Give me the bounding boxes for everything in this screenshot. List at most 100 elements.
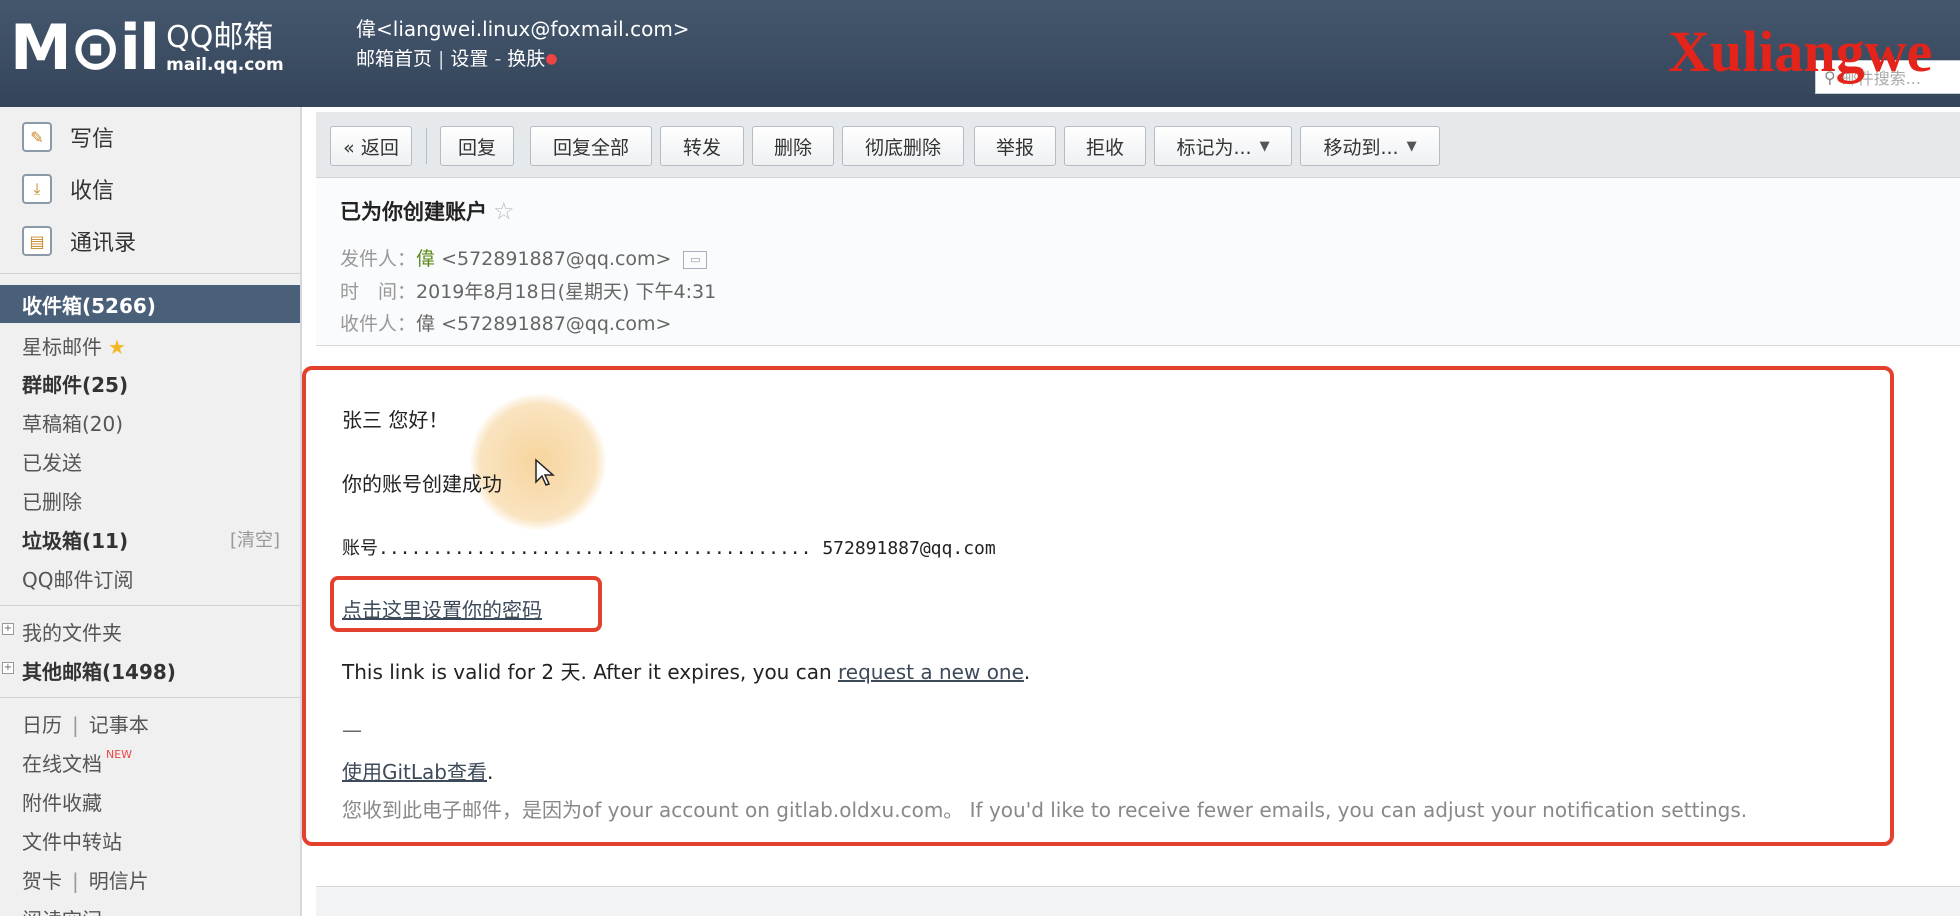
time-value: 2019年8月18日(星期天) 下午4:31 (416, 281, 717, 303)
sidebar-divider (0, 605, 300, 606)
receive-button[interactable]: ⤓ 收信 (22, 173, 114, 205)
account-address: 偉<liangwei.linux@foxmail.com> (356, 17, 690, 41)
sender-row: 发件人：偉 <572891887@qq.com> ▭ (340, 244, 708, 271)
starred-label: 星标邮件 (22, 335, 102, 359)
sidebar-item-sent[interactable]: 已发送 (22, 447, 82, 476)
recipient-name[interactable]: 偉 (416, 313, 435, 335)
recipient-address: <572891887@qq.com> (441, 313, 672, 335)
star-icon: ★ (108, 335, 126, 359)
sidebar-item-my-folders[interactable]: 我的文件夹 (22, 617, 122, 646)
permanent-delete-button[interactable]: 彻底删除 (842, 126, 964, 166)
separator: | (72, 869, 79, 893)
logo-brand: QQ邮箱 mail.qq.com (166, 20, 284, 76)
sidebar-item-deleted[interactable]: 已删除 (22, 486, 82, 515)
sidebar-tools-row-2: 在线文档 NEW (22, 748, 132, 777)
mark-as-dropdown[interactable]: 标记为... ▼ (1154, 126, 1292, 166)
watermark-text: Xuliangwe (1668, 19, 1933, 84)
sidebar-divider (0, 697, 300, 698)
clear-spam-link[interactable]: [清空] (230, 526, 280, 552)
mail-toolbar: « 返回 回复 回复全部 转发 删除 彻底删除 举报 拒收 标记为... ▼ 移动… (316, 112, 1960, 178)
separator: | (438, 48, 445, 70)
footer-note: 您收到此电子邮件，是因为of your account on gitlab.ol… (342, 798, 1748, 822)
view-in-gitlab-link[interactable]: 使用GitLab查看 (342, 760, 487, 784)
greeting-text: 张三 您好！ (342, 408, 449, 432)
report-button[interactable]: 举报 (974, 126, 1056, 166)
mail-header: 已为你创建账户 ☆ 发件人：偉 <572891887@qq.com> ▭ 时 间：2… (316, 178, 1960, 346)
validity-suffix: . (1023, 660, 1031, 684)
to-label: 收件人： (340, 313, 417, 335)
sidebar-item-starred[interactable]: 星标邮件 ★ (22, 331, 126, 360)
contacts-icon: ▤ (22, 226, 52, 256)
reply-all-button[interactable]: 回复全部 (530, 126, 652, 166)
calendar-link[interactable]: 日历 (22, 713, 62, 737)
sidebar: ✎ 写信 ⤓ 收信 ▤ 通讯录 收件箱(5266) 星标邮件 ★ 群邮件(25) … (0, 107, 302, 916)
sender-name[interactable]: 偉 (416, 248, 435, 270)
account-panel: 偉<liangwei.linux@foxmail.com> 邮箱首页 | 设置 - 换肤… (356, 14, 690, 74)
postcard-link[interactable]: 明信片 (89, 869, 149, 893)
sidebar-divider (0, 273, 300, 274)
sidebar-item-subscriptions[interactable]: QQ邮件订阅 (22, 564, 133, 593)
recipient-row: 收件人：偉 <572891887@qq.com> (340, 309, 671, 336)
separator: - (494, 48, 502, 70)
move-to-label: 移动到... (1323, 136, 1399, 159)
time-row: 时 间：2019年8月18日(星期天) 下午4:31 (340, 277, 716, 304)
compose-icon: ✎ (22, 122, 52, 152)
sidebar-item-inbox[interactable]: 收件箱(5266) (0, 285, 300, 323)
delete-button[interactable]: 删除 (752, 126, 834, 166)
expand-icon[interactable]: + (2, 662, 14, 674)
mail-subject: 已为你创建账户 ☆ (340, 196, 515, 226)
greeting-card-link[interactable]: 贺卡 (22, 869, 62, 893)
gitlab-line: 使用GitLab查看. (342, 756, 493, 785)
top-header: M⊙il QQ邮箱 mail.qq.com 偉<liangwei.linux@f… (0, 0, 1960, 107)
compose-button[interactable]: ✎ 写信 (22, 121, 114, 153)
subject-text: 已为你创建账户 (340, 200, 487, 224)
new-badge: NEW (106, 748, 133, 761)
account-links: 邮箱首页 | 设置 - 换肤● (356, 44, 690, 74)
mailbox-home-link[interactable]: 邮箱首页 (356, 48, 432, 70)
brand-url: mail.qq.com (166, 55, 284, 75)
reading-space-link[interactable]: 阅读空间 (22, 904, 102, 916)
change-skin-link[interactable]: 换肤 (507, 48, 545, 70)
sidebar-item-drafts[interactable]: 草稿箱(20) (22, 408, 123, 437)
brand-name: QQ邮箱 (166, 20, 274, 55)
receive-label: 收信 (70, 179, 115, 204)
time-label: 时 间： (340, 281, 417, 303)
online-docs-link[interactable]: 在线文档 (22, 752, 102, 776)
contact-card-icon[interactable]: ▭ (683, 250, 708, 269)
contacts-label: 通讯录 (70, 231, 137, 256)
inbox-label: 收件箱(5266) (22, 293, 156, 318)
file-transfer-link[interactable]: 文件中转站 (22, 826, 122, 855)
compose-label: 写信 (70, 127, 115, 152)
logo-mail-text: M⊙il (10, 11, 160, 84)
reply-button[interactable]: 回复 (440, 126, 514, 166)
toolbar-separator (426, 128, 427, 164)
contacts-button[interactable]: ▤ 通讯录 (22, 225, 136, 257)
request-new-link[interactable]: request a new one (838, 660, 1024, 684)
notebook-link[interactable]: 记事本 (89, 713, 149, 737)
sidebar-item-spam[interactable]: 垃圾箱(11) (22, 525, 128, 554)
mark-as-label: 标记为... (1176, 136, 1252, 159)
gitlab-suffix: . (487, 760, 494, 784)
sidebar-tools-row-1: 日历 | 记事本 (22, 709, 149, 738)
chevron-down-icon: ▼ (1259, 138, 1270, 154)
qq-mail-logo[interactable]: M⊙il QQ邮箱 mail.qq.com (10, 14, 284, 82)
signature-dash: — (342, 718, 362, 742)
back-button[interactable]: « 返回 (330, 126, 412, 166)
move-to-dropdown[interactable]: 移动到... ▼ (1300, 126, 1440, 166)
forward-button[interactable]: 转发 (660, 126, 744, 166)
settings-link[interactable]: 设置 (450, 48, 488, 70)
account-created-text: 你的账号创建成功 (342, 472, 502, 496)
reject-button[interactable]: 拒收 (1064, 126, 1146, 166)
skin-notice-dot-icon: ● (545, 51, 558, 67)
star-icon[interactable]: ☆ (493, 197, 515, 225)
sidebar-tools-row-5: 贺卡 | 明信片 (22, 865, 149, 894)
mouse-cursor-icon (535, 458, 555, 486)
chevron-down-icon: ▼ (1406, 138, 1417, 154)
sidebar-item-group-mail[interactable]: 群邮件(25) (22, 369, 128, 398)
set-password-link[interactable]: 点击这里设置你的密码 (342, 594, 542, 623)
expand-icon[interactable]: + (2, 623, 14, 635)
receive-icon: ⤓ (22, 174, 52, 204)
attachments-link[interactable]: 附件收藏 (22, 787, 102, 816)
sidebar-item-other-mailboxes[interactable]: 其他邮箱(1498) (22, 656, 176, 685)
separator: | (72, 713, 79, 737)
